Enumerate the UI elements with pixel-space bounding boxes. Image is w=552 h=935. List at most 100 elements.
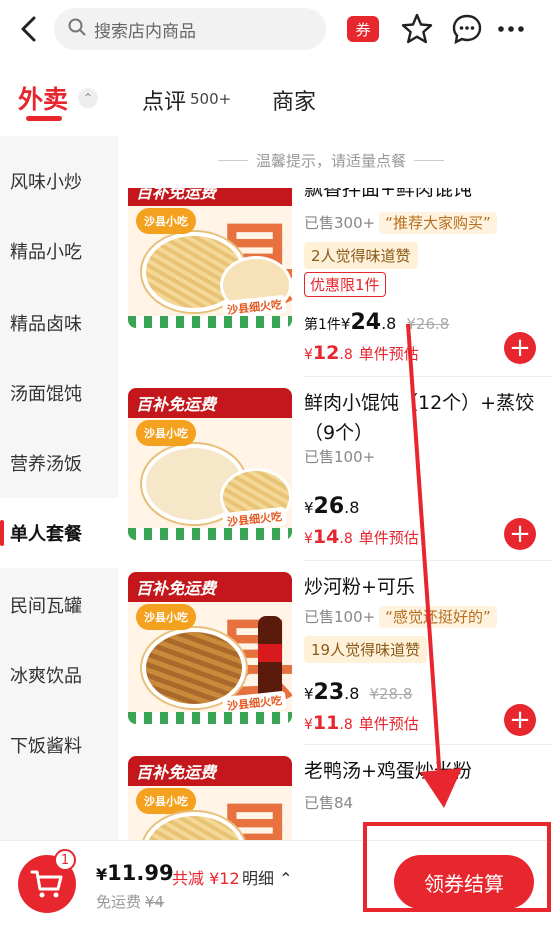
price-currency: ¥: [304, 685, 314, 703]
limit-tag: 优惠限1件: [304, 272, 386, 297]
sidebar-item-tangfan[interactable]: 营养汤饭: [0, 428, 118, 498]
discount-text: 共减 ¥12: [172, 869, 240, 888]
cart-total: ¥11.99: [96, 861, 174, 885]
product-name: 飘香拌面+鲜肉馄饨: [304, 188, 472, 200]
sidebar-item-danren[interactable]: 单人套餐: [0, 498, 118, 568]
more-options-icon[interactable]: [496, 16, 526, 42]
product-name: 老鸭汤+鸡蛋炒米粉: [304, 760, 472, 782]
sidebar-item-jiangliao[interactable]: 下饭酱料: [0, 710, 118, 780]
sidebar-item-fengwei[interactable]: 风味小炒: [0, 146, 118, 216]
checker-border: [128, 712, 292, 724]
star-icon[interactable]: [400, 12, 434, 46]
price-integer: 23: [313, 680, 345, 705]
product-item-details: 已售300+ “推荐大家购买” 2人觉得味道赞 优惠限1件 第1件¥24.8 ¥26…: [118, 208, 552, 378]
est-currency: ¥: [304, 717, 313, 733]
back-arrow-icon[interactable]: [14, 14, 44, 44]
brand-logo: 沙县小吃: [136, 788, 196, 814]
sidebar-item-label: 下饭酱料: [10, 736, 82, 757]
sold-count-text: 已售300+: [304, 214, 376, 232]
est-decimal: .8: [339, 531, 353, 547]
estimated-price: ¥12.8 单件预估: [304, 342, 419, 364]
search-icon: [68, 18, 86, 40]
top-bar: 搜索店内商品 券: [0, 0, 552, 60]
tab-shangjia[interactable]: 商家: [272, 84, 316, 116]
tab-waimai[interactable]: 外卖: [18, 80, 68, 116]
total-amount: 11.99: [107, 861, 174, 885]
est-currency: ¥: [304, 531, 313, 547]
sold-count-text: 已售100+: [304, 608, 376, 626]
sold-count: 已售84: [304, 794, 354, 812]
est-currency: ¥: [304, 347, 313, 363]
product-image[interactable]: 百补免运费 县 沙县小吃: [128, 756, 292, 840]
delivery-fee: 免运费 ¥4: [96, 891, 164, 912]
category-sidebar: 风味小炒 精品小吃 精品卤味 汤面馄饨 营养汤饭 单人套餐 民间瓦罐 冰爽饮品 …: [0, 136, 118, 846]
product-name: 炒河粉+可乐: [304, 576, 415, 598]
active-tab-indicator: [26, 116, 62, 121]
tip-text: 温馨提示，请适量点餐: [256, 152, 407, 170]
review-quote: “感觉还挺好的”: [379, 606, 497, 628]
price-integer: 24: [350, 310, 382, 335]
review-quote: “推荐大家购买”: [379, 212, 497, 234]
brand-logo: 沙县小吃: [136, 604, 196, 630]
est-label: 单件预估: [358, 345, 419, 363]
detail-link[interactable]: 明细 ⌃: [242, 865, 293, 889]
cola-bottle-image: [258, 616, 282, 698]
sidebar-item-label: 营养汤饭: [10, 454, 82, 475]
annotation-box: [363, 822, 551, 912]
checker-border: [128, 528, 292, 540]
delivery-original-fee: ¥4: [145, 893, 165, 911]
price-decimal: .8: [344, 498, 360, 517]
product-image[interactable]: 百补免运费 县 沙县小吃 沙县细火吃: [128, 572, 292, 724]
tip-divider-right: [414, 160, 445, 161]
product-name: 鲜肉小馄饨（12个）+蒸饺（9个）: [304, 392, 535, 444]
product-item[interactable]: 百补免运费 县 沙县小吃 沙县细火吃 炒河粉+可乐 已售100+ “感觉还挺好的”…: [118, 572, 552, 742]
est-decimal: .8: [339, 717, 353, 733]
tab-dianping[interactable]: 点评: [142, 84, 186, 116]
promo-banner: 百补免运费: [128, 388, 292, 418]
delivery-label: 免运费: [96, 893, 142, 911]
add-to-cart-button[interactable]: +: [504, 332, 536, 364]
brand-logo: 沙县小吃: [136, 420, 196, 446]
praise-tag: 2人觉得味道赞: [304, 242, 418, 269]
price-integer: 26: [313, 494, 345, 519]
item-divider: [304, 744, 552, 745]
tab-bar: 外卖 ⌃ 点评 500+ 商家: [0, 72, 552, 128]
search-input[interactable]: 搜索店内商品: [54, 8, 326, 50]
sidebar-item-wa-guan[interactable]: 民间瓦罐: [0, 570, 118, 640]
product-image[interactable]: 百补免运费 沙县小吃 沙县细火吃: [128, 388, 292, 540]
praise-tag: 19人觉得味道赞: [304, 636, 428, 663]
original-price: ¥26.8: [406, 315, 450, 333]
sidebar-item-xiaochi[interactable]: 精品小吃: [0, 216, 118, 286]
sold-count: 已售100+: [304, 448, 376, 466]
add-to-cart-button[interactable]: +: [504, 704, 536, 736]
sold-count: 已售300+ “推荐大家购买”: [304, 212, 497, 234]
item-divider: [304, 376, 552, 377]
estimated-price: ¥11.8 单件预估: [304, 712, 419, 734]
chevron-up-icon: ⌃: [274, 869, 293, 888]
estimated-price: ¥14.8 单件预估: [304, 526, 419, 548]
sidebar-item-luwei[interactable]: 精品卤味: [0, 288, 118, 358]
est-integer: 11: [312, 712, 340, 734]
price: ¥23.8 ¥28.8: [304, 680, 412, 705]
sidebar-item-tangmian[interactable]: 汤面馄饨: [0, 358, 118, 428]
add-to-cart-button[interactable]: +: [504, 518, 536, 550]
est-label: 单件预估: [358, 715, 419, 733]
sidebar-item-label: 汤面馄饨: [10, 384, 82, 405]
cart-icon: [30, 870, 63, 898]
est-label: 单件预估: [358, 529, 419, 547]
price: ¥26.8: [304, 494, 359, 519]
price: 第1件¥24.8 ¥26.8: [304, 310, 449, 335]
sidebar-item-label: 精品小吃: [10, 242, 82, 263]
collapse-icon[interactable]: ⌃: [78, 88, 98, 108]
sidebar-item-yinpin[interactable]: 冰爽饮品: [0, 640, 118, 710]
item-divider: [304, 560, 552, 561]
cart-count-badge: 1: [54, 849, 76, 871]
original-price: ¥28.8: [369, 685, 413, 703]
est-integer: 12: [312, 342, 340, 364]
sidebar-item-label: 单人套餐: [10, 524, 82, 545]
chat-icon[interactable]: [450, 12, 484, 46]
est-decimal: .8: [339, 347, 353, 363]
coupon-icon[interactable]: 券: [347, 16, 379, 42]
product-item[interactable]: 百补免运费 沙县小吃 沙县细火吃 鲜肉小馄饨（12个）+蒸饺（9个） 已售100…: [118, 388, 552, 558]
sold-count: 已售100+ “感觉还挺好的”: [304, 606, 497, 628]
